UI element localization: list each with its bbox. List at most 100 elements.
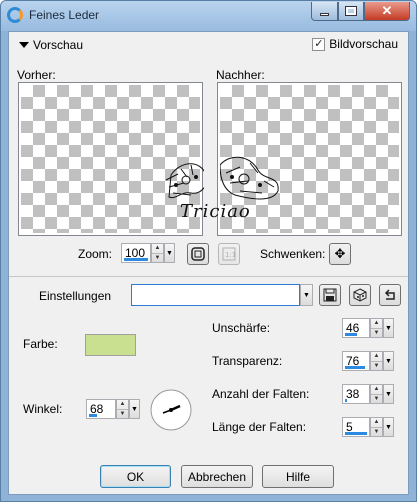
checkbox-check-icon: ✓ [312,37,326,51]
spin-down-icon: ▼ [152,252,163,263]
dice-icon [353,288,367,302]
fold-count-label: Anzahl der Falten: [212,387,310,401]
angle-input[interactable]: 68 [86,399,116,419]
blur-dropdown[interactable]: ▼ [383,318,394,338]
move-cross-icon: ✥ [334,246,346,261]
maximize-button[interactable] [338,2,364,21]
random-preset-button[interactable] [349,284,371,306]
angle-spinner[interactable]: ▲ ▼ [116,399,129,419]
angle-label: Winkel: [23,402,63,416]
transparency-dropdown[interactable]: ▼ [383,351,394,371]
before-preview[interactable] [18,82,204,236]
spin-up-icon: ▲ [119,401,126,408]
zoom-label: Zoom: [78,247,113,261]
spin-up-icon: ▲ [154,245,161,252]
fold-length-control: 5 ▲ ▼ ▼ [342,417,394,437]
zoom-input[interactable]: 100 [121,243,151,263]
settings-input[interactable] [131,284,300,306]
pan-button[interactable]: ✥ [329,243,351,265]
actual-size-button[interactable]: 1:1 [218,243,240,265]
svg-text:1:1: 1:1 [225,251,236,259]
ok-button[interactable]: OK [100,465,171,488]
app-icon [7,7,23,23]
reset-preset-button[interactable] [379,284,401,306]
actual-size-icon: 1:1 [222,247,236,261]
spin-down-icon: ▼ [117,408,128,419]
transparency-control: 76 ▲ ▼ ▼ [342,351,394,371]
blur-input[interactable]: 46 [342,318,370,338]
dialog-body: Vorschau ✓ Bildvorschau Vorher: Nachher: [8,31,409,495]
divider [9,276,408,277]
preview-toggle[interactable]: Vorschau [19,38,83,52]
minimize-button[interactable] [311,2,338,21]
fold-count-input[interactable]: 38 [342,384,370,404]
dropdown-arrow-icon: ▼ [131,405,138,413]
spin-up-icon: ▲ [373,320,380,327]
fit-view-icon [191,247,205,261]
dropdown-arrow-icon: ▼ [303,291,310,299]
preview-section-label: Vorschau [33,38,84,52]
angle-level-bar [89,414,97,417]
blur-label: Unschärfe: [212,321,271,335]
fold-count-control: 38 ▲ ▼ ▼ [342,384,394,404]
save-icon [323,288,337,302]
dropdown-arrow-icon: ▼ [385,423,392,431]
before-label: Vorher: [17,68,56,82]
spin-up-icon: ▲ [373,419,380,426]
zoom-level-bar [124,258,148,261]
fold-length-input[interactable]: 5 [342,417,370,437]
color-label: Farbe: [23,337,58,351]
close-button[interactable]: ✕ [364,2,410,21]
close-icon: ✕ [381,3,393,18]
dropdown-arrow-icon: ▼ [166,249,173,257]
fold-length-label: Länge der Falten: [212,420,307,434]
after-label: Nachher: [216,68,265,82]
dropdown-arrow-icon: ▼ [385,357,392,365]
image-preview-checkbox[interactable]: ✓ Bildvorschau [312,37,398,51]
spin-down-icon: ▼ [371,327,382,338]
angle-dropdown[interactable]: ▼ [129,399,140,419]
transparency-spinner[interactable]: ▲ ▼ [370,351,383,371]
fold-count-spinner[interactable]: ▲ ▼ [370,384,383,404]
spin-down-icon: ▼ [371,393,382,404]
after-preview[interactable]: Triciao [180,82,402,236]
before-preview-artwork [165,163,204,199]
maximize-icon [345,6,357,16]
transparency-input[interactable]: 76 [342,351,370,371]
fold-count-dropdown[interactable]: ▼ [383,384,394,404]
image-preview-label: Bildvorschau [329,37,398,51]
blur-control: 46 ▲ ▼ ▼ [342,318,394,338]
fold-count-level-bar [345,399,347,402]
help-button[interactable]: Hilfe [262,465,334,488]
transparency-level-bar [345,366,365,369]
reset-arrow-icon [384,289,395,300]
collapse-triangle-icon [19,42,29,48]
dropdown-arrow-icon: ▼ [385,324,392,332]
fit-view-button[interactable] [187,243,209,265]
blur-spinner[interactable]: ▲ ▼ [370,318,383,338]
angle-dial[interactable] [149,388,193,432]
dropdown-arrow-icon: ▼ [385,390,392,398]
spin-up-icon: ▲ [373,386,380,393]
color-swatch[interactable] [85,334,136,356]
fold-length-dropdown[interactable]: ▼ [383,417,394,437]
zoom-control: 100 ▲ ▼ ▼ [121,243,175,263]
title-bar[interactable]: Feines Leder ✕ [1,1,416,31]
transparency-label: Transparenz: [212,354,283,368]
fold-length-level-bar [345,432,367,435]
minimize-icon [320,12,329,16]
settings-dropdown[interactable]: ▼ [300,284,313,306]
fold-count-value: 38 [346,387,360,401]
save-preset-button[interactable] [319,284,341,306]
fold-length-spinner[interactable]: ▲ ▼ [370,417,383,437]
settings-combo: ▼ [131,284,313,306]
cancel-button[interactable]: Abbrechen [181,465,253,488]
zoom-dropdown[interactable]: ▼ [164,243,175,263]
spin-down-icon: ▼ [371,360,382,371]
pan-label: Schwenken: [260,247,326,261]
spin-down-icon: ▼ [371,426,382,437]
zoom-spinner[interactable]: ▲ ▼ [151,243,164,263]
settings-label: Einstellungen [39,289,112,303]
window-title: Feines Leder [29,8,100,22]
watermark-signature: Triciao [180,201,251,222]
